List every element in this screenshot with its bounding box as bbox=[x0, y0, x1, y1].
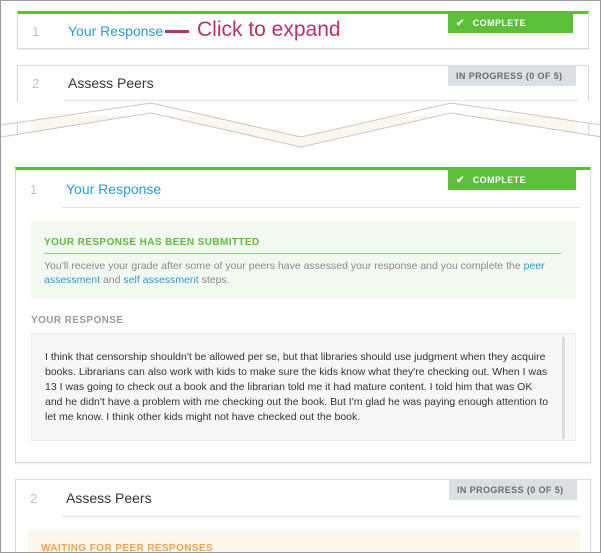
step-title-your-response[interactable]: Your Response bbox=[66, 181, 161, 197]
annotation-text: Click to expand bbox=[197, 18, 341, 41]
message-text: and bbox=[100, 274, 124, 286]
submission-confirmation: YOUR RESPONSE HAS BEEN SUBMITTED You'll … bbox=[31, 221, 576, 299]
submission-message: You'll receive your grade after some of … bbox=[44, 259, 564, 287]
check-icon: ✔ bbox=[456, 175, 465, 186]
message-text: You'll receive your grade after some of … bbox=[44, 260, 524, 272]
status-label: IN PROGRESS (0 OF 5) bbox=[456, 71, 563, 81]
divider bbox=[62, 207, 580, 208]
screenshot-frame: 1 Your Response ✔ COMPLETE Click to expan… bbox=[0, 0, 601, 553]
status-badge-in-progress: IN PROGRESS (0 OF 5) bbox=[449, 480, 577, 500]
status-badge-complete: ✔ COMPLETE bbox=[448, 170, 576, 190]
waiting-box: WAITING FOR PEER RESPONSES bbox=[28, 530, 580, 553]
step-title-assess-peers[interactable]: Assess Peers bbox=[66, 490, 152, 506]
annotation-dash bbox=[165, 30, 189, 33]
step-number: 2 bbox=[32, 76, 40, 91]
status-label: COMPLETE bbox=[472, 175, 526, 185]
status-badge-in-progress: IN PROGRESS (0 OF 5) bbox=[448, 66, 576, 86]
check-icon: ✔ bbox=[456, 18, 465, 29]
status-label: COMPLETE bbox=[472, 18, 526, 28]
waiting-message: WAITING FOR PEER RESPONSES bbox=[41, 543, 214, 553]
submission-title: YOUR RESPONSE HAS BEEN SUBMITTED bbox=[44, 237, 260, 248]
submission-divider bbox=[44, 253, 561, 254]
status-label: IN PROGRESS (0 OF 5) bbox=[457, 485, 564, 495]
step-title-your-response[interactable]: Your Response bbox=[68, 23, 163, 39]
scrollbar[interactable] bbox=[562, 337, 565, 439]
response-text: I think that censorship shouldn't be all… bbox=[45, 351, 549, 423]
your-response-label: YOUR RESPONSE bbox=[31, 315, 124, 326]
step-assess-peers-expanded[interactable]: 2 Assess Peers IN PROGRESS (0 OF 5) WAIT… bbox=[15, 479, 591, 553]
status-badge-complete: ✔ COMPLETE bbox=[448, 13, 573, 33]
torn-edge-separator bbox=[1, 101, 600, 161]
step-title-assess-peers[interactable]: Assess Peers bbox=[68, 75, 154, 91]
message-text: steps. bbox=[198, 274, 230, 286]
divider bbox=[62, 516, 580, 517]
response-textarea[interactable]: I think that censorship shouldn't be all… bbox=[31, 333, 576, 441]
step-number: 1 bbox=[30, 182, 38, 197]
self-assessment-link[interactable]: self assessment bbox=[123, 274, 198, 286]
step-number: 1 bbox=[32, 24, 40, 39]
step-number: 2 bbox=[30, 491, 38, 506]
